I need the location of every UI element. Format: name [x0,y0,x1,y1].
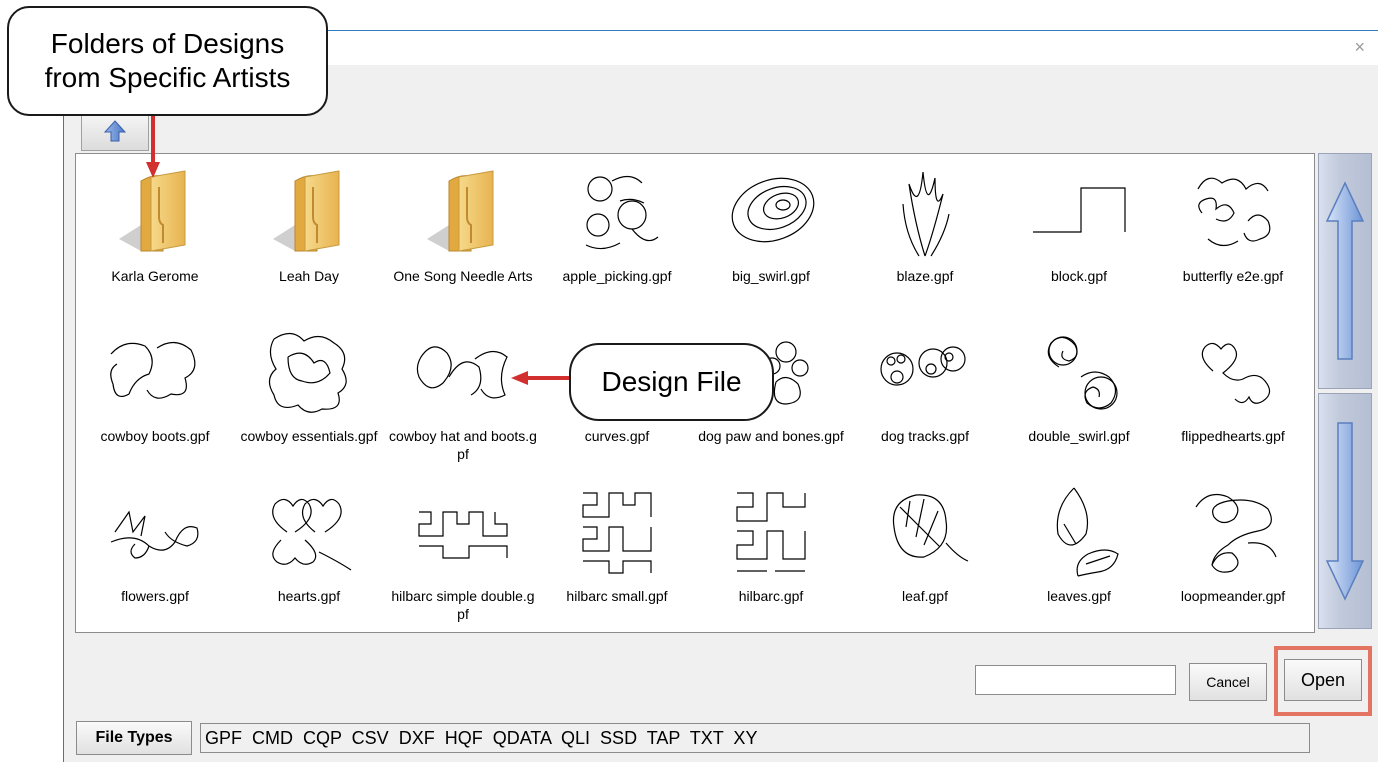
design-file-item[interactable]: leaf.gpf [850,478,1000,632]
folders-callout-line1: Folders of Designs [50,28,285,59]
folders-callout: Folders of Designs from Specific Artists [7,6,328,116]
flowers-design-icon [105,484,205,579]
item-label: block.gpf [1050,268,1108,284]
scroll-up-arrow-icon [1325,181,1365,360]
item-label: double_swirl.gpf [1028,428,1130,444]
item-label: One Song Needle Arts [393,268,533,284]
folder-icon [105,164,205,259]
design-file-item[interactable]: loopmeander.gpf [1158,478,1308,632]
double-swirl-design-icon [1029,324,1129,419]
hilbarc-design-icon [721,484,821,579]
design-file-item[interactable]: cowboy essentials.gpf [234,318,384,478]
open-button-highlight [1274,646,1372,716]
cowboy-essentials-design-icon [259,324,359,419]
design-file-item[interactable]: dog tracks.gpf [850,318,1000,478]
item-label: hilbarc.gpf [738,588,804,604]
close-icon[interactable]: × [1354,37,1365,58]
item-label: loopmeander.gpf [1180,588,1286,604]
design-file-item[interactable]: apple_picking.gpf [542,158,692,318]
leaf-design-icon [875,484,975,579]
blaze-design-icon [875,164,975,259]
cancel-button[interactable]: Cancel [1189,663,1267,701]
folders-callout-line2: from Specific Artists [44,62,291,93]
design-file-callout: Design File [569,343,774,421]
item-label: dog tracks.gpf [881,428,969,444]
item-label: butterfly e2e.gpf [1182,268,1284,284]
design-file-item[interactable]: cowboy hat and boots.gpf [388,318,538,478]
design-file-item[interactable]: flippedhearts.gpf [1158,318,1308,478]
item-label: hearts.gpf [277,588,341,604]
loop-meander-design-icon [1183,484,1283,579]
item-label: apple_picking.gpf [562,268,672,284]
apple-design-icon [567,164,667,259]
item-label: flowers.gpf [121,588,189,604]
item-label: big_swirl.gpf [732,268,810,284]
folder-item[interactable]: Leah Day [234,158,384,318]
design-file-item[interactable]: hilbarc.gpf [696,478,846,632]
folder-item[interactable]: Karla Gerome [80,158,230,318]
dog-tracks-design-icon [875,324,975,419]
hilbarc-small-design-icon [567,484,667,579]
hearts-design-icon [259,484,359,579]
design-file-item[interactable]: double_swirl.gpf [1004,318,1154,478]
flipped-hearts-design-icon [1183,324,1283,419]
item-label: hilbarc small.gpf [566,588,668,604]
item-label: leaves.gpf [1047,588,1111,604]
boots-design-icon [105,324,205,419]
hilbarc-double-design-icon [413,484,513,579]
item-label: cowboy boots.gpf [100,428,210,444]
item-label: leaf.gpf [902,588,948,604]
design-file-item[interactable]: flowers.gpf [80,478,230,632]
design-file-item[interactable]: big_swirl.gpf [696,158,846,318]
file-types-list: GPF CMD CQP CSV DXF HQF QDATA QLI SSD TA… [200,723,1310,753]
scroll-down-arrow-icon [1325,422,1365,601]
design-file-item[interactable]: hilbarc simple double.gpf [388,478,538,632]
vertical-scrollbar[interactable] [1316,153,1372,633]
item-label: blaze.gpf [896,268,954,284]
folder-icon [413,164,513,259]
swirl-design-icon [721,164,821,259]
item-label: dog paw and bones.gpf [698,428,844,444]
design-file-item[interactable]: leaves.gpf [1004,478,1154,632]
item-label: curves.gpf [584,428,650,444]
folder-item[interactable]: One Song Needle Arts [388,158,538,318]
scroll-up-button[interactable] [1318,153,1372,389]
up-arrow-icon [103,120,127,142]
design-file-item[interactable]: cowboy boots.gpf [80,318,230,478]
file-types-button[interactable]: File Types [76,721,192,755]
butterfly-design-icon [1183,164,1283,259]
leaves-design-icon [1029,484,1129,579]
item-label: Leah Day [279,268,339,284]
block-design-icon [1029,164,1129,259]
filename-input[interactable] [975,665,1176,695]
design-file-item[interactable]: butterfly e2e.gpf [1158,158,1308,318]
design-file-item[interactable]: hearts.gpf [234,478,384,632]
item-label: Karla Gerome [111,268,199,284]
item-label: cowboy essentials.gpf [240,428,378,444]
folder-icon [259,164,359,259]
scroll-down-button[interactable] [1318,393,1372,629]
design-file-item[interactable]: blaze.gpf [850,158,1000,318]
item-label: hilbarc simple double.gpf [391,588,535,622]
item-label: flippedhearts.gpf [1181,428,1285,444]
up-folder-button[interactable] [81,111,149,151]
design-file-item[interactable]: hilbarc small.gpf [542,478,692,632]
hat-boots-design-icon [413,324,513,419]
item-label: cowboy hat and boots.gpf [389,428,537,462]
design-file-item[interactable]: block.gpf [1004,158,1154,318]
